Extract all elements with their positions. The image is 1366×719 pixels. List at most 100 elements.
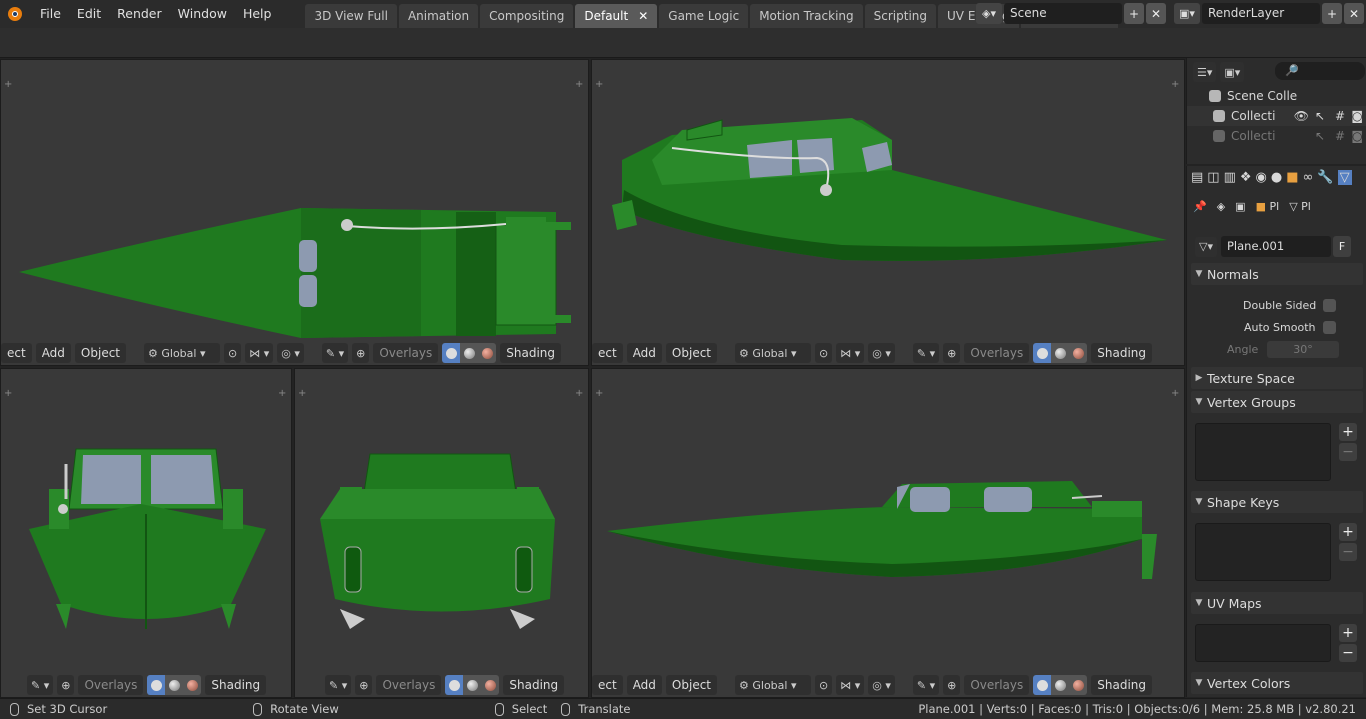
overlays-dropdown[interactable]: Overlays: [373, 343, 439, 363]
overlays-dropdown[interactable]: Overlays: [78, 675, 144, 695]
proportional-icon[interactable]: ◎ ▾: [868, 343, 895, 363]
solid-shading-icon[interactable]: [147, 675, 166, 695]
rendered-shading-icon[interactable]: [478, 343, 497, 363]
shading-modes[interactable]: [147, 675, 202, 695]
snap-icon[interactable]: ⋈ ▾: [836, 343, 865, 363]
tab-scripting[interactable]: Scripting: [864, 4, 937, 28]
select-menu[interactable]: ect: [1, 343, 32, 363]
menu-help[interactable]: Help: [235, 0, 280, 28]
pivot-icon[interactable]: ⊙: [815, 343, 833, 363]
tab-3d-view-full[interactable]: 3D View Full: [305, 4, 397, 28]
vertex-groups-list[interactable]: [1195, 423, 1331, 481]
select-arrow-icon[interactable]: ↖: [1315, 109, 1325, 123]
select-arrow-icon[interactable]: ↖: [1315, 129, 1325, 143]
visibility-icon[interactable]: ✎ ▾: [27, 675, 54, 695]
proportional-icon[interactable]: ◎ ▾: [277, 343, 304, 363]
select-menu[interactable]: ect: [592, 343, 623, 363]
object-menu[interactable]: Object: [665, 675, 718, 695]
add-shape-key-button[interactable]: +: [1339, 523, 1357, 541]
shading-modes[interactable]: [1033, 343, 1088, 363]
uv-maps-panel-header[interactable]: ▼ UV Maps: [1191, 592, 1363, 614]
outliner-row-scene-collection[interactable]: Scene Colle: [1187, 86, 1366, 106]
add-menu[interactable]: Add: [626, 675, 662, 695]
constraints-tab-icon[interactable]: ∞: [1303, 170, 1314, 185]
pivot-icon[interactable]: ⊙: [815, 675, 833, 695]
shape-keys-panel-header[interactable]: ▼ Shape Keys: [1191, 491, 1363, 513]
viewport-back[interactable]: + + ✎ ▾ ⊕ Overlays Shading: [294, 368, 589, 698]
select-menu[interactable]: ect: [592, 675, 623, 695]
solid-shading-icon[interactable]: [1033, 343, 1052, 363]
shading-modes[interactable]: [445, 675, 500, 695]
render-tab-icon[interactable]: ◫: [1207, 170, 1219, 185]
tab-default[interactable]: Default ✕: [575, 4, 658, 28]
overlays-dropdown[interactable]: Overlays: [964, 343, 1030, 363]
solid-shading-icon[interactable]: [1033, 675, 1052, 695]
menu-render[interactable]: Render: [109, 0, 170, 28]
add-uv-map-button[interactable]: +: [1339, 624, 1357, 642]
gizmo-icon[interactable]: ⊕: [352, 343, 370, 363]
viewport-front[interactable]: + + ✎ ▾ ⊕ Overlays Shading: [0, 368, 292, 698]
shading-modes[interactable]: [1033, 675, 1088, 695]
menu-file[interactable]: File: [32, 0, 69, 28]
visibility-icon[interactable]: ✎ ▾: [912, 343, 940, 363]
outliner-row-collection-2[interactable]: Collecti ↖ # ◙: [1187, 126, 1366, 146]
shading-dropdown[interactable]: Shading: [1091, 675, 1153, 695]
view-layer-tab-icon[interactable]: ❖: [1240, 170, 1252, 185]
rendered-shading-icon[interactable]: [1069, 343, 1088, 363]
gizmo-icon[interactable]: ⊕: [57, 675, 75, 695]
solid-shading-icon[interactable]: [445, 675, 464, 695]
gizmo-icon[interactable]: ⊕: [943, 675, 961, 695]
shading-dropdown[interactable]: Shading: [500, 343, 562, 363]
orientation-dropdown[interactable]: ⚙ Global ▾: [735, 343, 812, 363]
rendered-shading-icon[interactable]: [1069, 675, 1088, 695]
view-layer-remove-icon[interactable]: ✕: [1344, 3, 1364, 24]
tool-tab-icon[interactable]: ▤: [1191, 170, 1203, 185]
material-shading-icon[interactable]: [1051, 343, 1070, 363]
shading-dropdown[interactable]: Shading: [1091, 343, 1153, 363]
world-tab-icon[interactable]: ●: [1271, 170, 1282, 185]
tab-animation[interactable]: Animation: [398, 4, 479, 28]
add-vertex-group-button[interactable]: +: [1339, 423, 1357, 441]
angle-field[interactable]: 30°: [1267, 341, 1339, 358]
uv-maps-list[interactable]: [1195, 624, 1331, 662]
orientation-dropdown[interactable]: ⚙ Global ▾: [144, 343, 221, 363]
snap-icon[interactable]: ⋈ ▾: [245, 343, 274, 363]
viewport-perspective[interactable]: + + ect Add Object ⚙ Global ▾ ⊙ ⋈ ▾ ◎ ▾ …: [591, 59, 1185, 366]
view-layer-browse-icon[interactable]: ▣▾: [1174, 3, 1200, 24]
view-layer-name-field[interactable]: RenderLayer: [1202, 3, 1320, 24]
material-shading-icon[interactable]: [165, 675, 184, 695]
render-camera-icon[interactable]: ◙: [1351, 109, 1363, 123]
overlays-dropdown[interactable]: Overlays: [964, 675, 1030, 695]
snap-icon[interactable]: ⋈ ▾: [836, 675, 865, 695]
solid-shading-icon[interactable]: [442, 343, 461, 363]
vertex-groups-panel-header[interactable]: ▼ Vertex Groups: [1191, 391, 1363, 413]
visibility-icon[interactable]: ✎ ▾: [321, 343, 349, 363]
normals-panel-header[interactable]: ▼ Normals: [1191, 263, 1363, 285]
mesh-browse-icon[interactable]: ▽▾: [1195, 236, 1217, 257]
data-tab-icon[interactable]: ▽: [1337, 170, 1352, 185]
scene-remove-icon[interactable]: ✕: [1146, 3, 1166, 24]
tab-game-logic[interactable]: Game Logic: [659, 4, 749, 28]
orientation-dropdown[interactable]: ⚙ Global ▾: [735, 675, 812, 695]
menu-edit[interactable]: Edit: [69, 0, 109, 28]
rendered-shading-icon[interactable]: [183, 675, 202, 695]
remove-uv-map-button[interactable]: −: [1339, 644, 1357, 662]
scene-add-icon[interactable]: +: [1124, 3, 1144, 24]
shape-keys-list[interactable]: [1195, 523, 1331, 581]
modifier-tab-icon[interactable]: 🔧: [1317, 170, 1333, 185]
pivot-icon[interactable]: ⊙: [224, 343, 242, 363]
display-mode-icon[interactable]: ☰▾: [1193, 62, 1217, 82]
fake-user-button[interactable]: F: [1332, 236, 1351, 257]
mesh-name-field[interactable]: Plane.001: [1220, 236, 1331, 257]
viewport-side[interactable]: + + ect Add Object ⚙ Global ▾ ⊙ ⋈ ▾ ◎ ▾ …: [591, 368, 1185, 698]
gizmo-icon[interactable]: ⊕: [943, 343, 961, 363]
output-tab-icon[interactable]: ▥: [1224, 170, 1236, 185]
remove-vertex-group-button[interactable]: −: [1339, 443, 1357, 461]
render-camera-icon[interactable]: ◙: [1351, 129, 1363, 143]
rendered-shading-icon[interactable]: [481, 675, 500, 695]
visibility-icon[interactable]: ✎ ▾: [912, 675, 940, 695]
view-layer-add-icon[interactable]: +: [1322, 3, 1342, 24]
scene-name-field[interactable]: Scene: [1004, 3, 1122, 24]
add-menu[interactable]: Add: [35, 343, 71, 363]
scene-tab-icon[interactable]: ◉: [1256, 170, 1267, 185]
